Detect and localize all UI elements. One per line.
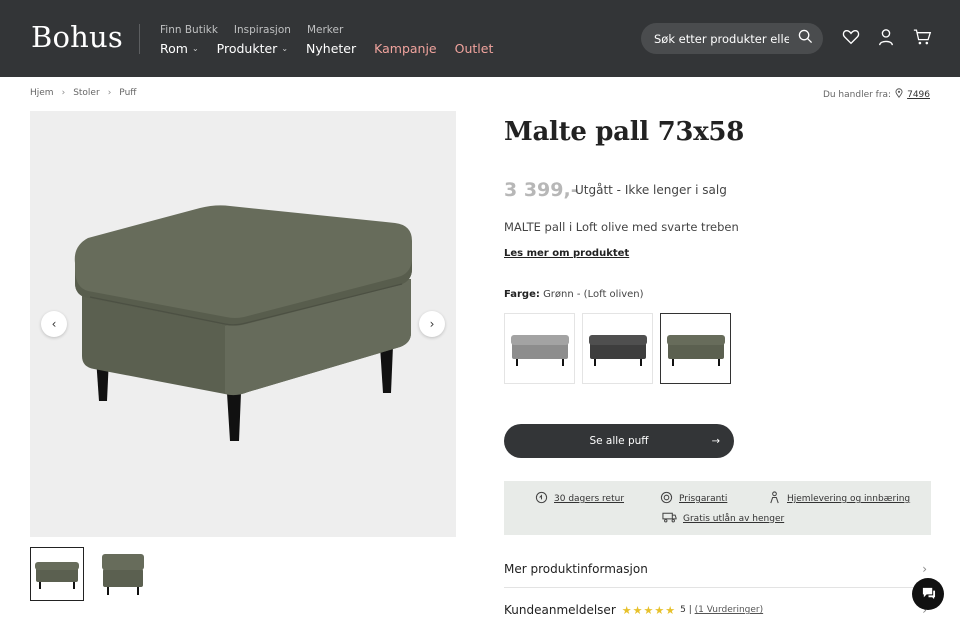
product-description: MALTE pall i Loft olive med svarte trebe… [504,220,739,234]
chevron-right-icon: › [922,562,927,576]
accordion-reviews[interactable]: Kundeanmeldelser ★ ★ ★ ★ ★ 5 | (1 Vurder… [504,602,931,618]
product-price: 3 399,- [504,179,579,201]
site-header: Bohus Finn Butikk Inspirasjon Merker Rom… [0,0,960,77]
star-icon: ★ [665,603,676,617]
thumbnail-2[interactable] [96,547,150,601]
main-nav: Rom ⌄ Produkter ⌄ Nyheter Kampanje Outle… [160,41,493,56]
nav-nyheter[interactable]: Nyheter [306,41,356,56]
delivery-person-icon [768,491,781,507]
top-link-merker[interactable]: Merker [307,24,343,36]
breadcrumb: Hjem › Stoler › Puff [30,88,136,98]
color-selector-label: Farge: Grønn - (Loft oliven) [504,289,644,300]
chat-button[interactable] [912,578,944,610]
search-bar[interactable] [641,23,823,54]
color-value: Grønn - (Loft oliven) [543,289,644,300]
location-pin-icon [895,88,903,101]
breadcrumb-hjem[interactable]: Hjem [30,88,54,98]
cart-icon[interactable] [913,28,932,46]
product-image [74,205,412,441]
star-icon: ★ [632,603,643,617]
nav-rom[interactable]: Rom ⌄ [160,41,199,56]
swatch-dark-grey[interactable] [582,313,653,384]
swatch-grey[interactable] [504,313,575,384]
breadcrumb-puff[interactable]: Puff [119,88,136,98]
see-all-puff-button[interactable]: Se alle puff → [504,424,734,458]
price-guarantee-icon [660,491,673,507]
rating-stars: ★ ★ ★ ★ ★ [622,604,675,617]
breadcrumb-stoler[interactable]: Stoler [73,88,100,98]
usp-return[interactable]: 30 dagers retur [535,491,624,507]
rating-count-link[interactable]: (1 Vurderinger) [695,605,764,615]
color-label: Farge: [504,289,540,300]
store-label: Du handler fra: [822,89,892,100]
chevron-left-icon: ‹ [51,317,57,331]
usp-trailer-loan-label: Gratis utlån av henger [683,513,785,524]
chevron-down-icon: ⌄ [191,44,199,53]
product-title: Malte pall 73x58 [504,117,745,147]
return-icon [535,491,548,507]
chevron-right-icon: › [429,317,435,331]
usp-home-delivery[interactable]: Hjemlevering og innbæring [768,491,910,507]
olive-ottoman-image [666,334,725,366]
ottoman-thumbnail-image [35,562,79,589]
dark-grey-ottoman-image [588,334,647,366]
bohus-logo[interactable]: Bohus [31,20,123,54]
thumbnail-strip [30,547,150,601]
search-input[interactable] [654,31,789,46]
product-status: Utgått - Ikke lenger i salg [575,183,727,197]
rating-value: 5 [680,605,686,615]
star-icon: ★ [654,603,665,617]
trailer-icon [662,511,677,526]
arrow-right-icon: → [711,435,720,447]
search-icon[interactable] [798,29,813,48]
usp-price-guarantee[interactable]: Prisgaranti [660,491,727,507]
usp-trailer-loan[interactable]: Gratis utlån av henger [662,511,784,526]
nav-produkter[interactable]: Produkter ⌄ [217,41,288,56]
divider [504,587,931,588]
accordion-product-info[interactable]: Mer produktinformasjon › [504,561,931,577]
star-icon: ★ [643,603,654,617]
usp-box: 30 dagers retur Prisgaranti Hjemlevering… [504,481,931,535]
chevron-down-icon: ⌄ [281,44,289,53]
ottoman-thumbnail-image [102,554,144,595]
accordion-product-info-label: Mer produktinformasjon [504,562,648,576]
gallery-next-button[interactable]: › [419,311,445,337]
star-icon: ★ [621,603,632,617]
header-divider [139,24,140,54]
accordion-reviews-label: Kundeanmeldelser [504,603,616,617]
chevron-right-icon: › [107,88,112,98]
usp-home-delivery-label: Hjemlevering og innbæring [787,494,911,504]
top-link-finn-butikk[interactable]: Finn Butikk [160,24,218,36]
usp-price-guarantee-label: Prisgaranti [679,494,728,504]
rating-summary: 5 | (1 Vurderinger) [680,605,764,615]
chevron-right-icon: › [61,88,66,98]
product-image-gallery: ‹ › [30,111,456,537]
nav-kampanje[interactable]: Kampanje [374,41,437,56]
nav-produkter-label: Produkter [216,41,278,56]
top-link-inspirasjon[interactable]: Inspirasjon [234,24,291,36]
nav-outlet[interactable]: Outlet [455,41,494,56]
top-links: Finn Butikk Inspirasjon Merker [160,24,343,36]
see-all-puff-label: Se alle puff [589,435,649,447]
gallery-prev-button[interactable]: ‹ [41,311,67,337]
usp-return-label: 30 dagers retur [554,494,625,504]
read-more-link[interactable]: Les mer om produktet [504,248,629,259]
color-swatches [504,313,731,384]
store-info: Du handler fra: 7496 [823,88,930,101]
grey-ottoman-image [510,334,569,366]
user-icon[interactable] [877,28,895,46]
swatch-olive[interactable] [660,313,731,384]
heart-icon[interactable] [842,28,860,46]
chat-bubble-icon [921,585,936,604]
thumbnail-1[interactable] [30,547,84,601]
nav-rom-label: Rom [160,41,188,56]
store-number-link[interactable]: 7496 [907,90,930,100]
